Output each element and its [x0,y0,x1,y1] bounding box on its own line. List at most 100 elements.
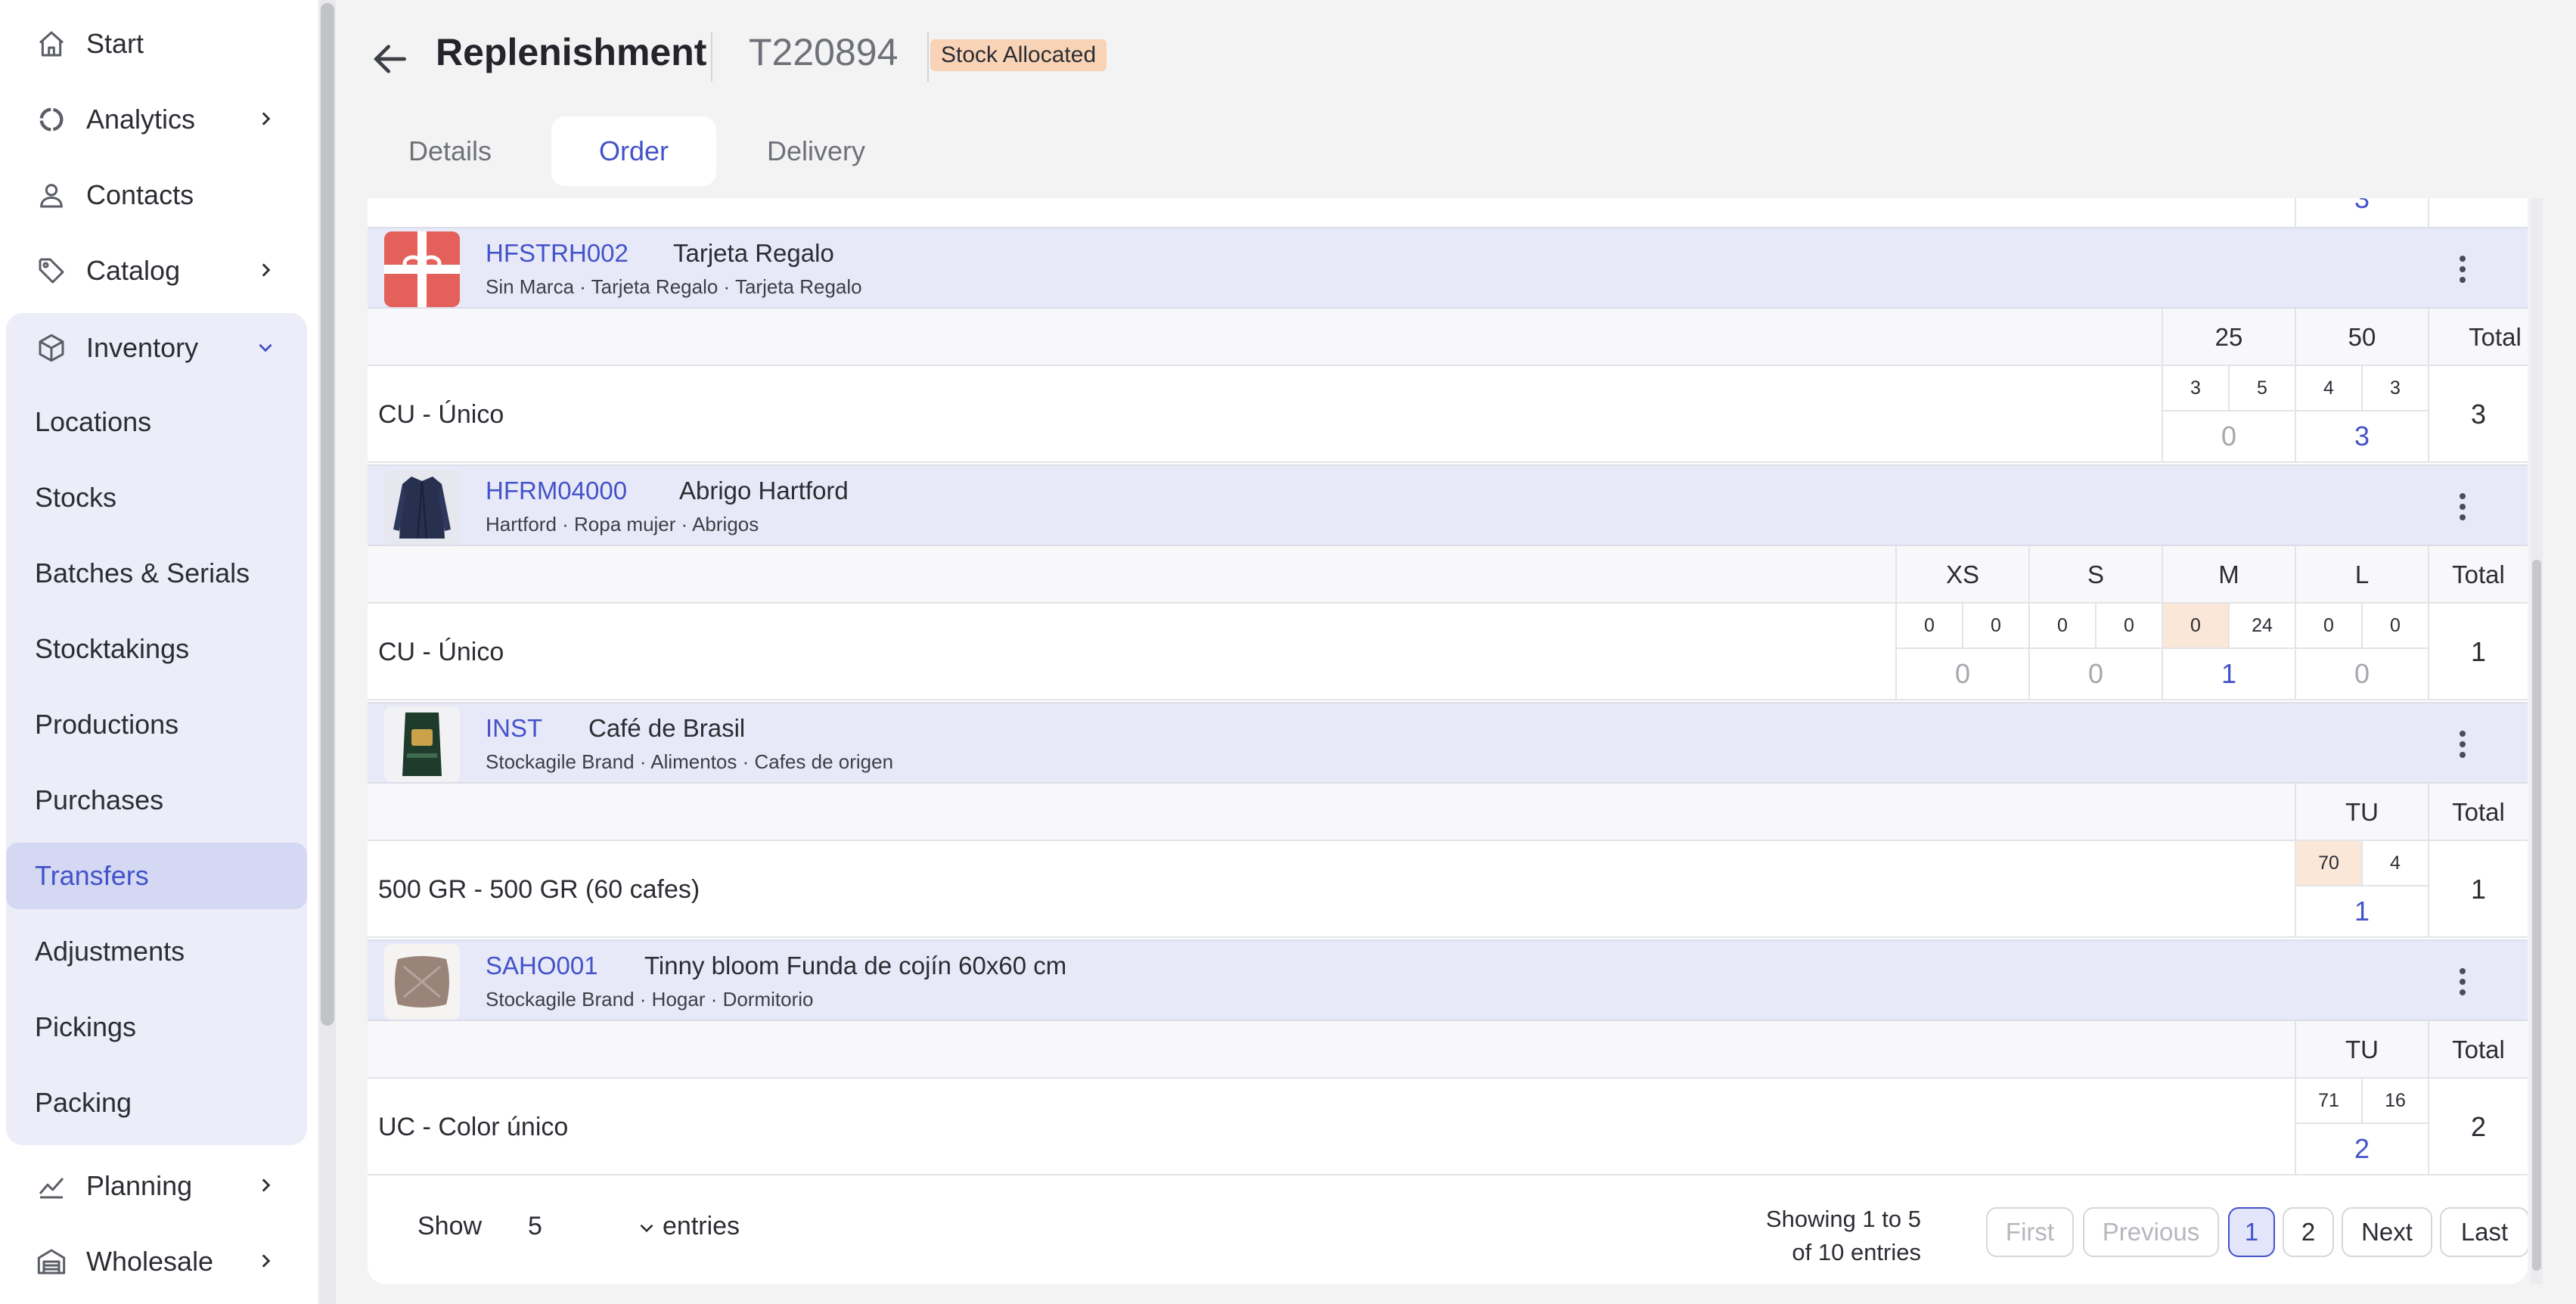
sidebar-item-wholesale[interactable]: Wholesale [6,1227,307,1296]
qty-cell[interactable]: 0 [1897,647,2028,700]
sidebar-item-contacts[interactable]: Contacts [6,160,307,230]
qty-cell[interactable]: 0 [2030,647,2162,700]
back-arrow-icon[interactable] [369,38,411,80]
sidebar-item-catalog[interactable]: Catalog [6,236,307,306]
variant-row: 500 GR - 500 GR (60 cafes) 70 4 1 1 [368,841,2528,938]
sidebar-item-planning[interactable]: Planning [6,1151,307,1221]
product-header: HFRM04000 Abrigo Hartford Hartford · Rop… [368,464,2528,546]
content-scrollbar-thumb[interactable] [2532,560,2541,1271]
sidebar-sub-adjustments[interactable]: Adjustments [6,918,307,985]
stock-origin-cell: 70 [2296,841,2361,885]
qty-cell[interactable]: 1 [2296,885,2428,938]
product-meta: Hartford · Ropa mujer · Abrigos [486,513,759,536]
variant-row: CU - Único 0 0 0 0 0 24 0 0 0 0 1 0 1 [368,604,2528,700]
product-code-link[interactable]: HFRM04000 [486,477,627,505]
stock-destination-cell: 4 [2390,852,2401,874]
order-lines-card: 3 HFSTRH002 Tarjeta Regalo Sin Marca · T… [368,198,2528,1284]
sidebar-item-analytics[interactable]: Analytics [6,85,307,154]
more-options-icon[interactable] [2444,726,2481,762]
total-label: Total [2452,798,2505,826]
size-header-row: XS S M L Total [368,546,2528,604]
product-name: Tarjeta Regalo [673,239,834,267]
size-label: M [2218,560,2239,588]
qty-cell[interactable]: 1 [2163,647,2295,700]
chevron-down-icon [259,343,272,352]
last-page-button[interactable]: Last [2440,1207,2528,1257]
sidebar-sub-stocktakings[interactable]: Stocktakings [6,616,307,682]
show-label: Show [417,1212,483,1240]
sidebar-item-label: Inventory [86,332,199,363]
document-code: T220894 [749,31,898,73]
sidebar-sub-pickings[interactable]: Pickings [6,994,307,1060]
chevron-right-icon [262,263,271,277]
size-label: S [2087,560,2104,588]
stock-origin-cell: 0 [2163,604,2228,647]
size-label: 25 [2214,323,2243,351]
entries-label: entries [663,1212,740,1240]
page-size-select[interactable]: 5 [528,1212,542,1241]
product-meta: Stockagile Brand · Hogar · Dormitorio [486,988,814,1011]
tab-order[interactable]: Order [551,116,716,186]
stock-origin-cell: 0 [2057,614,2068,636]
more-options-icon[interactable] [2444,964,2481,1000]
stock-destination-cell: 0 [1991,614,2001,636]
stock-destination-cell: 5 [2257,377,2267,399]
sidebar-scrollbar-thumb[interactable] [321,3,334,1026]
chevron-down-icon[interactable] [637,1218,656,1237]
product-code-link[interactable]: SAHO001 [486,952,598,980]
sidebar-item-label: Analytics [86,104,196,135]
sidebar-item-inventory[interactable]: Inventory [6,313,307,383]
size-header-row: TU Total [368,784,2528,841]
product-name: Abrigo Hartford [679,477,849,505]
box-icon [36,333,67,363]
sidebar-item-start[interactable]: Start [6,9,307,79]
size-label: L [2354,560,2370,588]
previous-page-button[interactable]: Previous [2083,1207,2219,1257]
page-2-button[interactable]: 2 [2283,1207,2334,1257]
size-label: TU [2345,1035,2379,1063]
row-total: 2 [2470,1111,2487,1142]
page-1-button[interactable]: 1 [2228,1207,2275,1257]
sidebar-sub-stocks[interactable]: Stocks [6,464,307,531]
product-header: SAHO001 Tinny bloom Funda de cojín 60x60… [368,939,2528,1021]
next-page-button[interactable]: Next [2342,1207,2432,1257]
qty-cell[interactable]: 0 [2296,647,2428,700]
more-options-icon[interactable] [2444,489,2481,525]
stock-destination-cell: 24 [2252,614,2273,636]
more-options-icon[interactable] [2444,251,2481,287]
sidebar-sub-productions[interactable]: Productions [6,691,307,758]
sidebar-item-label: Wholesale [86,1246,214,1277]
qty-cell[interactable]: 0 [2163,410,2295,463]
product-name: Tinny bloom Funda de cojín 60x60 cm [644,952,1067,980]
sidebar-sub-packing[interactable]: Packing [6,1070,307,1136]
variant-row: CU - Único 3 5 4 3 0 3 3 [368,366,2528,463]
total-label: Total [2452,560,2505,588]
qty-cell[interactable]: 2 [2296,1122,2428,1175]
variant-label: CU - Único [378,399,504,429]
variant-label: 500 GR - 500 GR (60 cafes) [378,874,700,904]
total-label: Total [2452,1035,2505,1063]
first-page-button[interactable]: First [1986,1207,2074,1257]
qty-cell[interactable]: 3 [2296,198,2428,225]
sidebar-sub-locations[interactable]: Locations [6,389,307,455]
chevron-right-icon [262,112,271,126]
home-icon [36,29,67,59]
sidebar-sub-purchases[interactable]: Purchases [6,767,307,834]
tab-details[interactable]: Details [368,116,532,186]
pagination-summary-line: Showing 1 to 5 [1765,1206,1921,1232]
status-badge: Stock Allocated [930,39,1107,71]
product-code-link[interactable]: INST [486,714,542,743]
pagination-summary: Showing 1 to 5 of 10 entries [1766,1203,1921,1269]
product-name: Café de Brasil [588,714,746,742]
page-title: Replenishment [436,31,707,73]
tab-delivery[interactable]: Delivery [734,116,898,186]
variant-row: UC - Color único 71 16 2 2 [368,1079,2528,1175]
row-total: 3 [2470,399,2487,430]
product-header: INST Café de Brasil Stockagile Brand · A… [368,702,2528,784]
sidebar-sub-transfers[interactable]: Transfers [6,843,307,909]
qty-cell[interactable]: 3 [2296,410,2428,463]
sidebar-sub-batches-serials[interactable]: Batches & Serials [6,540,307,607]
tag-icon [36,256,67,286]
product-code-link[interactable]: HFSTRH002 [486,239,628,268]
sidebar-item-label: Catalog [86,255,181,286]
